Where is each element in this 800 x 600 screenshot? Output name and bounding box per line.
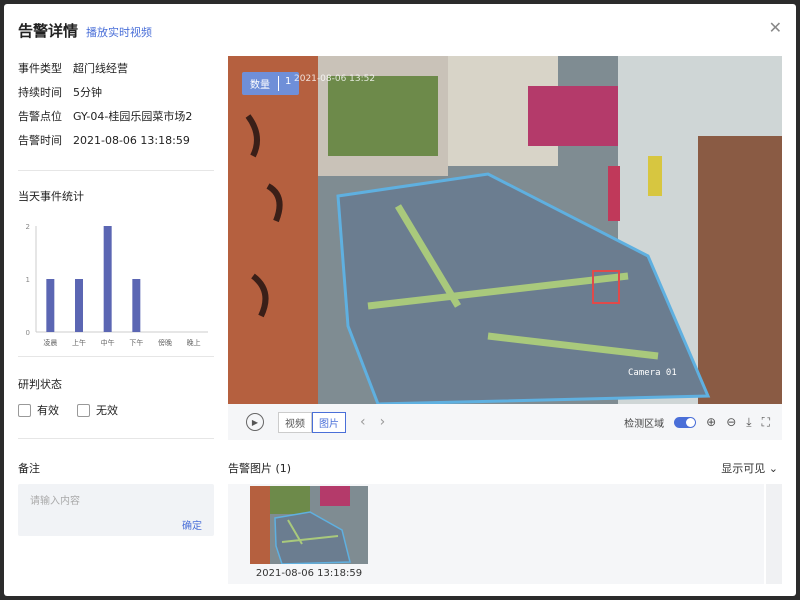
toolbar-right: 检测区域 ⊕ ⊖ ⤓ ⛶	[624, 415, 770, 430]
divider	[18, 438, 214, 439]
alarm-images-list: 2021-08-06 13:18:59	[228, 484, 764, 584]
info-key: 事件类型	[18, 62, 62, 75]
alarm-images-header: 告警图片 (1)	[228, 460, 291, 476]
dialog-title: 告警详情	[18, 22, 79, 40]
alarm-image-thumbnail[interactable]	[250, 486, 368, 564]
count-badge-value: 1	[278, 76, 291, 91]
checkbox-label: 有效	[37, 404, 59, 417]
thumbnail-scene	[250, 486, 368, 564]
tab-image[interactable]: 图片	[312, 411, 346, 433]
info-row: 事件类型 超门线经营	[18, 56, 192, 80]
detect-area-label: 检测区域	[624, 418, 665, 430]
video-toolbar: ▶ 视频 图片 ‹ › 检测区域 ⊕ ⊖ ⤓ ⛶	[228, 404, 782, 440]
judge-label: 研判状态	[18, 378, 62, 391]
checkbox-box[interactable]	[77, 403, 90, 417]
info-key: 告警时间	[18, 134, 62, 147]
note-placeholder: 请输入内容	[30, 496, 80, 507]
chevron-down-icon: ⌄	[768, 462, 778, 475]
info-key: 告警点位	[18, 110, 62, 123]
bar	[75, 279, 83, 332]
x-tick-label: 中午	[101, 338, 115, 347]
play-icon[interactable]: ▶	[246, 413, 264, 431]
alarm-detail-dialog: 告警详情 播放实时视频 ✕ 事件类型 超门线经营 持续时间 5分钟 告警点位 GY-0…	[4, 4, 796, 596]
visibility-dropdown[interactable]: 显示可见 ⌄	[721, 460, 778, 476]
camera-label: Camera 01	[628, 368, 677, 378]
info-value: 超门线经营	[73, 62, 128, 75]
alarm-image-time: 2021-08-06 13:18:59	[255, 568, 363, 579]
video-scene	[228, 56, 782, 404]
note-label: 备注	[18, 462, 40, 475]
count-badge-label: 数量	[250, 80, 270, 91]
info-row: 告警时间 2021-08-06 13:18:59	[18, 128, 192, 152]
chevron-left-icon[interactable]: ‹	[360, 414, 366, 430]
scrollbar[interactable]	[766, 484, 782, 584]
y-tick-label: 2	[26, 223, 30, 231]
confirm-button[interactable]: 确定	[182, 517, 202, 532]
divider	[18, 356, 214, 357]
info-value: 5分钟	[73, 86, 102, 99]
x-tick-label: 凌晨	[43, 338, 57, 347]
visibility-label: 显示可见	[721, 462, 766, 475]
checkbox-box[interactable]	[18, 403, 31, 417]
valid-checkbox[interactable]: 有效	[18, 402, 59, 418]
info-value: GY-04-桂园乐园菜市场2	[73, 110, 193, 123]
invalid-checkbox[interactable]: 无效	[77, 402, 118, 418]
video-timestamp: 2021-08-06 13:52	[294, 74, 376, 84]
checkbox-label: 无效	[96, 404, 118, 417]
tab-video[interactable]: 视频	[278, 411, 312, 433]
zoom-out-icon[interactable]: ⊖	[726, 415, 736, 429]
daily-event-chart: 0 1 2 凌晨 上午 中午 下午 傍晚 晚上	[26, 223, 208, 347]
y-tick-label: 0	[26, 329, 30, 337]
stats-label: 当天事件统计	[18, 190, 84, 203]
note-textarea[interactable]: 请输入内容 确定	[18, 484, 214, 536]
bar	[103, 226, 112, 332]
x-tick-label: 晚上	[187, 338, 201, 347]
close-icon[interactable]: ✕	[769, 18, 782, 37]
judge-options: 有效 无效	[18, 402, 118, 418]
alarm-images-count: (1)	[275, 462, 292, 475]
count-badge: 数量 1	[242, 72, 300, 95]
x-tick-label: 上午	[72, 338, 86, 347]
bar	[132, 279, 141, 332]
bar	[46, 279, 55, 332]
x-tick-label: 傍晚	[158, 338, 172, 347]
y-tick-label: 1	[26, 276, 30, 284]
fullscreen-icon[interactable]: ⛶	[762, 415, 770, 430]
download-icon[interactable]: ⤓	[746, 415, 751, 430]
alarm-images-label: 告警图片	[228, 462, 272, 475]
video-frame[interactable]: 数量 1 2021-08-06 13:52 Camera 01	[228, 56, 782, 404]
info-row: 持续时间 5分钟	[18, 80, 192, 104]
detect-area-toggle[interactable]	[674, 416, 697, 428]
info-row: 告警点位 GY-04-桂园乐园菜市场2	[18, 104, 192, 128]
play-live-video-link[interactable]: 播放实时视频	[86, 24, 152, 40]
x-tick-label: 下午	[129, 338, 143, 347]
zoom-in-icon[interactable]: ⊕	[706, 415, 716, 429]
media-tabs: 视频 图片	[278, 411, 346, 433]
chevron-right-icon[interactable]: ›	[380, 414, 386, 430]
info-value: 2021-08-06 13:18:59	[73, 133, 190, 147]
event-info: 事件类型 超门线经营 持续时间 5分钟 告警点位 GY-04-桂园乐园菜市场2 告警时…	[18, 56, 192, 152]
info-key: 持续时间	[18, 86, 62, 99]
dialog-header: 告警详情 播放实时视频	[18, 20, 152, 41]
divider	[18, 170, 214, 171]
